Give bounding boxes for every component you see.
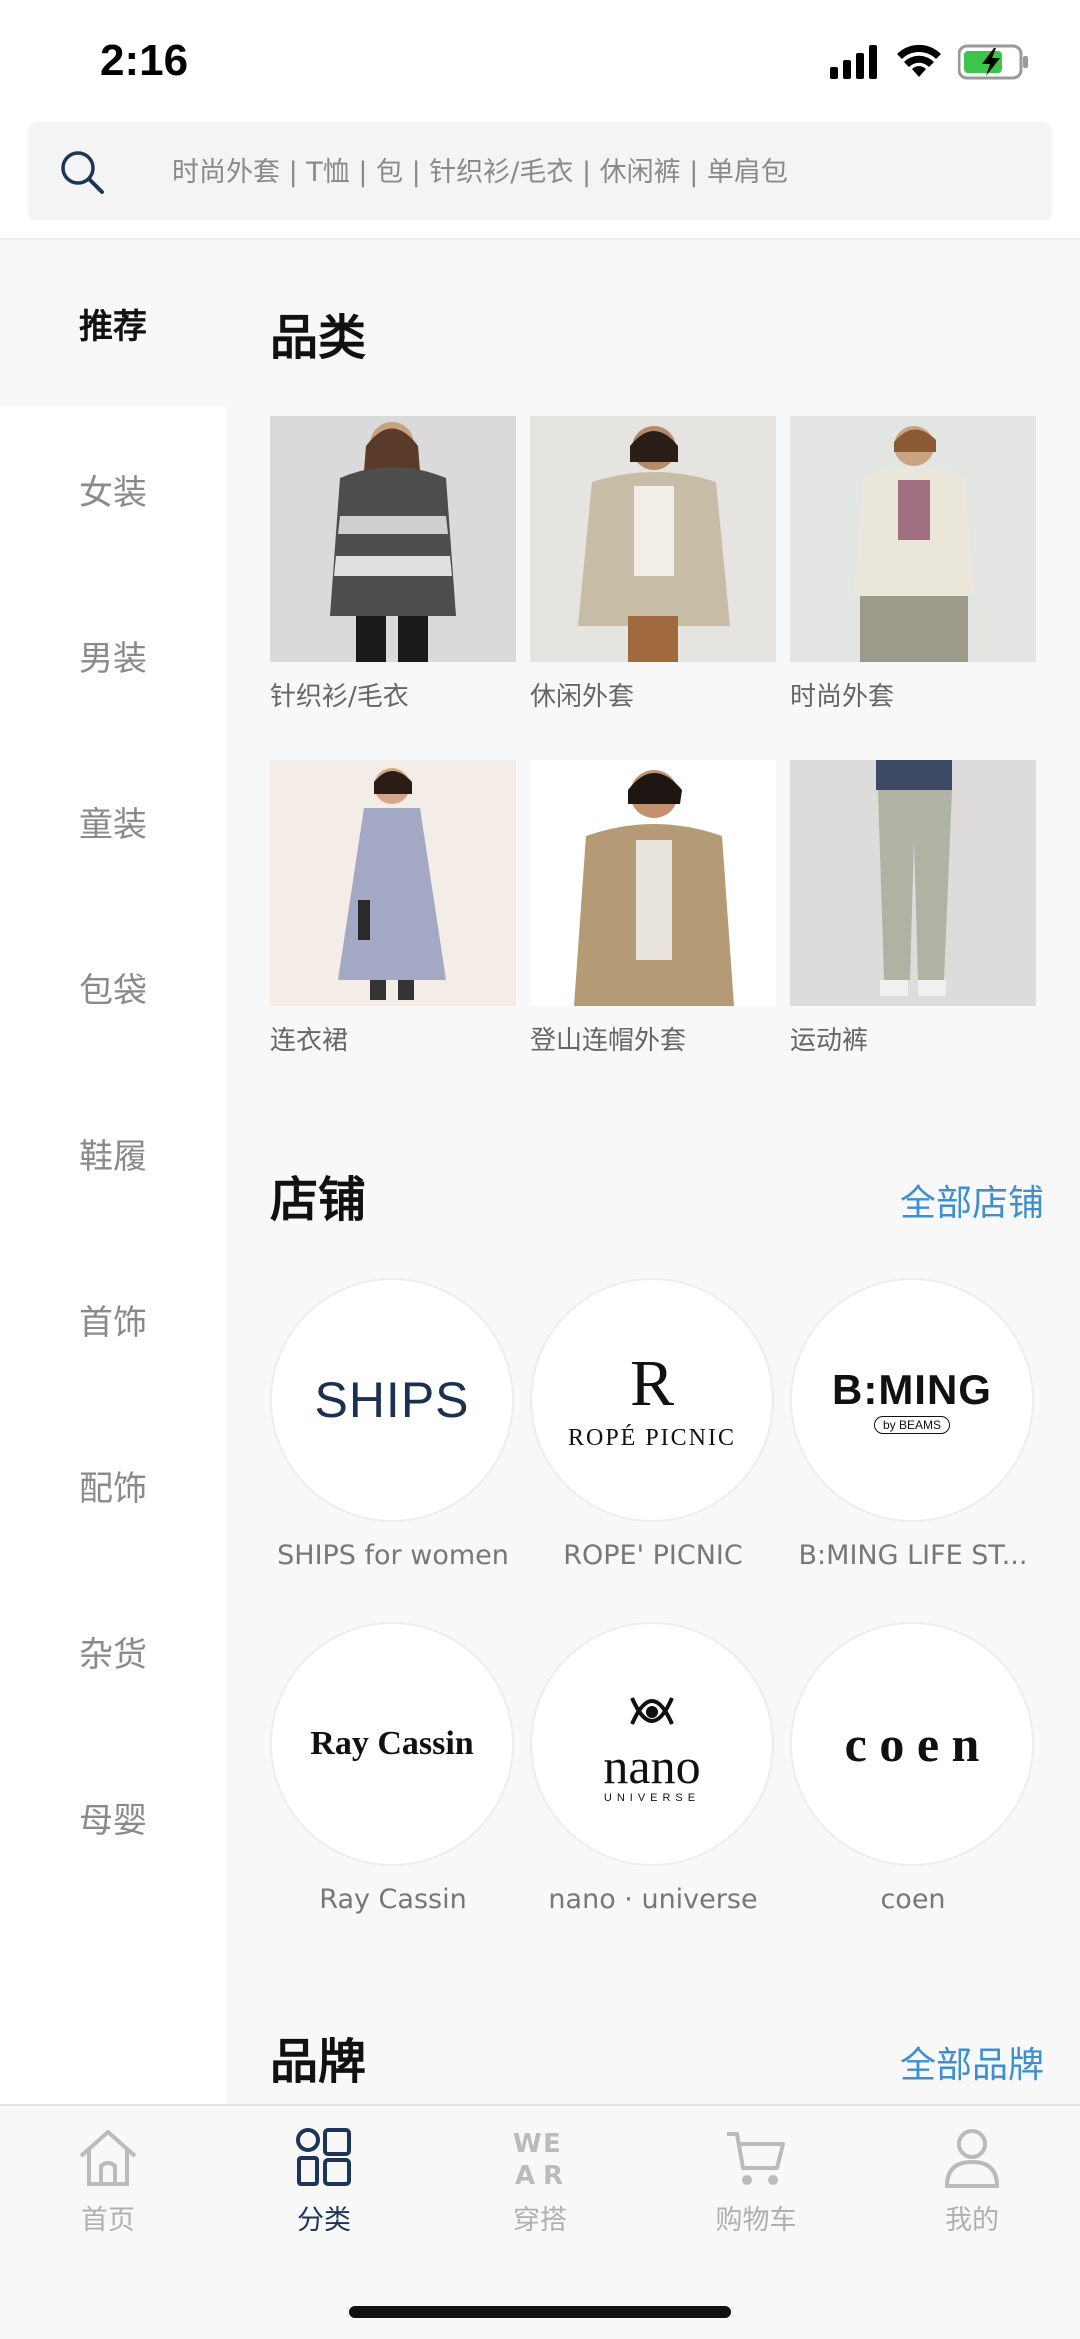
shop-tile-nano-universe[interactable]: nano UNIVERSE nano · universe bbox=[530, 1622, 790, 1915]
status-time: 2:16 bbox=[100, 36, 189, 85]
sidebar-item-accessories[interactable]: 配饰 bbox=[0, 1402, 226, 1568]
sidebar-item-recommend[interactable]: 推荐 bbox=[0, 240, 226, 406]
tab-label: 购物车 bbox=[715, 2205, 797, 2236]
categories-title: 品类 bbox=[270, 310, 367, 366]
profile-icon bbox=[944, 2129, 1000, 2188]
svg-text:A: A bbox=[515, 2161, 535, 2190]
category-tile-dress[interactable]: 连衣裙 bbox=[270, 760, 516, 1057]
category-tile-sweatpants[interactable]: 运动裤 bbox=[790, 760, 1036, 1057]
tab-cart[interactable]: 购物车 bbox=[648, 2124, 864, 2237]
search-bar bbox=[0, 120, 1080, 240]
shop-logo-nano-universe: nano UNIVERSE bbox=[530, 1622, 774, 1866]
category-image-sweatpants bbox=[790, 760, 1036, 1006]
shops-title: 店铺 bbox=[270, 1172, 367, 1228]
shop-name: ROPE' PICNIC bbox=[563, 1540, 743, 1571]
tab-profile[interactable]: 我的 bbox=[864, 2124, 1080, 2237]
category-tile-fashion-jacket[interactable]: 时尚外套 bbox=[790, 416, 1036, 713]
category-image-casual-jacket bbox=[530, 416, 776, 662]
svg-text:W: W bbox=[513, 2129, 542, 2159]
bming-logo-sub: by BEAMS bbox=[873, 1416, 951, 1434]
nano-logo-sub: UNIVERSE bbox=[603, 1792, 701, 1804]
rope-picnic-logo-text: ROPÉ PICNIC bbox=[567, 1424, 737, 1451]
cart-icon bbox=[727, 2132, 785, 2185]
tab-category[interactable]: 分类 bbox=[216, 2124, 432, 2237]
sidebar-item-womens[interactable]: 女装 bbox=[0, 406, 226, 572]
search-box[interactable] bbox=[28, 122, 1052, 222]
ray-cassin-logo-text: Ray Cassin bbox=[310, 1725, 474, 1762]
wifi-icon bbox=[897, 45, 941, 77]
shop-logo-rope-picnic: R ROPÉ PICNIC bbox=[530, 1278, 774, 1522]
category-label: 登山连帽外套 bbox=[530, 1026, 687, 1056]
shop-logo-ships: SHIPS bbox=[270, 1278, 514, 1522]
coen-logo-text: c o e n bbox=[844, 1716, 980, 1772]
category-image-fashion-jacket bbox=[790, 416, 1036, 662]
home-icon bbox=[79, 2130, 137, 2186]
svg-text:E: E bbox=[543, 2129, 561, 2159]
sidebar-item-bags[interactable]: 包袋 bbox=[0, 904, 226, 1070]
shop-tile-rope-picnic[interactable]: R ROPÉ PICNIC ROPE' PICNIC bbox=[530, 1278, 790, 1571]
bming-logo-text: B:MING bbox=[832, 1366, 992, 1413]
category-image-dress bbox=[270, 760, 516, 1006]
nano-logo-text: nano bbox=[603, 1738, 701, 1794]
tab-label: 我的 bbox=[945, 2205, 999, 2236]
sidebar-item-baby[interactable]: 母婴 bbox=[0, 1734, 226, 1900]
shop-name: Ray Cassin bbox=[319, 1884, 467, 1915]
status-icons bbox=[830, 44, 1030, 80]
nano-emblem-icon bbox=[630, 1697, 674, 1725]
tab-label: 分类 bbox=[297, 2205, 351, 2236]
main-content: 品类 针织衫/毛衣 休闲外套 时尚外套 连衣裙 登山连帽外套 运动裤 店铺 全部… bbox=[226, 240, 1080, 2104]
wear-icon: W E A R bbox=[513, 2129, 563, 2190]
category-label: 连衣裙 bbox=[270, 1026, 349, 1056]
sidebar-item-mens[interactable]: 男装 bbox=[0, 572, 226, 738]
shop-tile-ray-cassin[interactable]: Ray Cassin Ray Cassin bbox=[270, 1622, 530, 1915]
home-indicator[interactable] bbox=[349, 2306, 731, 2318]
category-tile-hooded-jacket[interactable]: 登山连帽外套 bbox=[530, 760, 776, 1057]
category-label: 时尚外套 bbox=[790, 682, 895, 712]
shop-name: nano · universe bbox=[548, 1884, 758, 1915]
all-brands-link[interactable]: 全部品牌 bbox=[900, 2036, 1044, 2088]
shop-name: SHIPS for women bbox=[277, 1540, 509, 1571]
category-icon bbox=[296, 2128, 351, 2186]
category-label: 针织衫/毛衣 bbox=[270, 682, 409, 712]
category-tile-casual-jacket[interactable]: 休闲外套 bbox=[530, 416, 776, 713]
svg-text:R: R bbox=[543, 2161, 563, 2190]
tab-home[interactable]: 首页 bbox=[0, 2124, 216, 2237]
battery-icon bbox=[958, 44, 1028, 80]
shop-logo-bming: B:MING by BEAMS bbox=[790, 1278, 1034, 1522]
bottom-tab-bar: 首页 分类 W E A R 穿搭 购物车 我的 bbox=[0, 2104, 1080, 2339]
rope-picnic-mark: R bbox=[629, 1346, 675, 1420]
ships-logo-text: SHIPS bbox=[314, 1372, 470, 1428]
shop-tile-ships[interactable]: SHIPS SHIPS for women bbox=[270, 1278, 530, 1571]
signal-icon bbox=[830, 45, 877, 79]
search-input[interactable] bbox=[170, 122, 1034, 222]
brands-title: 品牌 bbox=[270, 2034, 367, 2090]
category-sidebar: 推荐 女装 男装 童装 包袋 鞋履 首饰 配饰 杂货 母婴 bbox=[0, 240, 226, 2104]
shop-name: coen bbox=[880, 1884, 946, 1915]
status-bar: 2:16 bbox=[0, 0, 1080, 120]
tab-label: 首页 bbox=[81, 2205, 135, 2236]
sidebar-item-shoes[interactable]: 鞋履 bbox=[0, 1070, 226, 1236]
shop-logo-coen: c o e n bbox=[790, 1622, 1034, 1866]
category-tile-knitwear[interactable]: 针织衫/毛衣 bbox=[270, 416, 516, 713]
shop-name: B:MING LIFE ST... bbox=[798, 1540, 1028, 1571]
all-shops-link[interactable]: 全部店铺 bbox=[900, 1174, 1044, 1226]
sidebar-item-goods[interactable]: 杂货 bbox=[0, 1568, 226, 1734]
sidebar-item-jewelry[interactable]: 首饰 bbox=[0, 1236, 226, 1402]
search-icon[interactable] bbox=[56, 146, 108, 198]
category-label: 运动裤 bbox=[790, 1026, 869, 1056]
category-label: 休闲外套 bbox=[530, 682, 635, 712]
tab-wear[interactable]: W E A R 穿搭 bbox=[432, 2124, 648, 2237]
shop-logo-ray-cassin: Ray Cassin bbox=[270, 1622, 514, 1866]
shop-tile-coen[interactable]: c o e n coen bbox=[790, 1622, 1050, 1915]
tab-label: 穿搭 bbox=[513, 2205, 567, 2236]
category-image-knitwear bbox=[270, 416, 516, 662]
sidebar-item-kids[interactable]: 童装 bbox=[0, 738, 226, 904]
shop-tile-bming[interactable]: B:MING by BEAMS B:MING LIFE ST... bbox=[790, 1278, 1050, 1571]
category-image-hooded-jacket bbox=[530, 760, 776, 1006]
